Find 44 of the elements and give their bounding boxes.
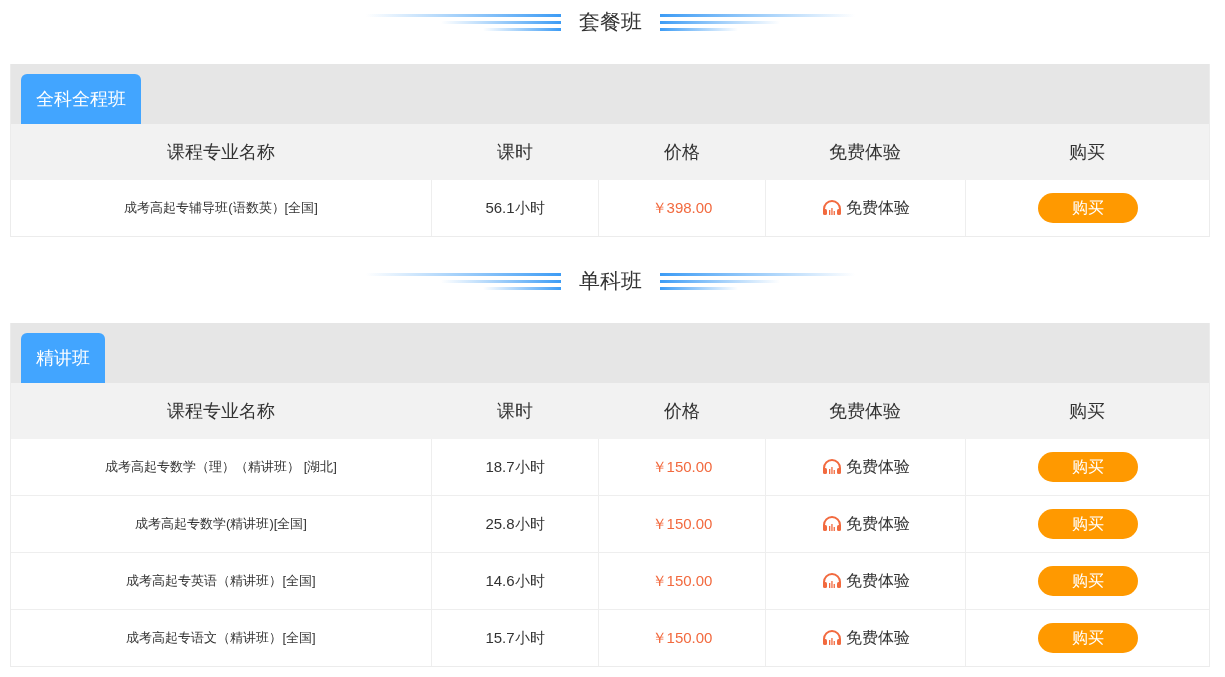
free-trial-link[interactable]: 免费体验 <box>821 570 910 592</box>
course-price: ￥150.00 <box>651 571 713 591</box>
buy-button[interactable]: 购买 <box>1037 566 1138 596</box>
column-header: 课程专业名称 <box>166 400 276 423</box>
column-header: 课时 <box>495 141 534 164</box>
course-hours: 25.8小时 <box>485 514 545 534</box>
column-header: 课时 <box>495 400 534 423</box>
section-title: 单科班 <box>578 268 642 294</box>
category-tab[interactable]: 精讲班 <box>21 333 105 383</box>
section-title: 套餐班 <box>578 9 642 35</box>
headphones-icon <box>821 516 842 532</box>
column-header: 免费体验 <box>828 400 902 423</box>
course-price: ￥150.00 <box>651 514 713 534</box>
course-price: ￥398.00 <box>651 198 713 218</box>
buy-button[interactable]: 购买 <box>1037 623 1138 653</box>
buy-button[interactable]: 购买 <box>1037 193 1138 223</box>
column-header: 购买 <box>1068 141 1106 164</box>
course-name: 成考高起专语文（精讲班）[全国] <box>126 629 316 647</box>
course-hours: 14.6小时 <box>485 571 545 591</box>
free-trial-link[interactable]: 免费体验 <box>821 627 910 649</box>
course-hours: 18.7小时 <box>485 457 545 477</box>
column-header: 价格 <box>662 400 701 423</box>
buy-button[interactable]: 购买 <box>1037 452 1138 482</box>
buy-button[interactable]: 购买 <box>1037 509 1138 539</box>
course-hours: 15.7小时 <box>485 628 545 648</box>
column-header: 课程专业名称 <box>166 141 276 164</box>
column-header: 购买 <box>1068 400 1106 423</box>
free-trial-link[interactable]: 免费体验 <box>821 513 910 535</box>
column-header: 免费体验 <box>828 141 902 164</box>
headphones-icon <box>821 459 842 475</box>
course-price: ￥150.00 <box>651 628 713 648</box>
category-tab[interactable]: 全科全程班 <box>21 74 141 124</box>
course-name: 成考高起专英语（精讲班）[全国] <box>126 572 316 590</box>
free-trial-link[interactable]: 免费体验 <box>821 456 910 478</box>
course-name: 成考高起专数学(精讲班)[全国] <box>135 515 307 533</box>
free-trial-link[interactable]: 免费体验 <box>821 197 910 219</box>
headphones-icon <box>821 630 842 646</box>
course-price: ￥150.00 <box>651 457 713 477</box>
headphones-icon <box>821 573 842 589</box>
course-hours: 56.1小时 <box>485 198 545 218</box>
headphones-icon <box>821 200 842 216</box>
course-name: 成考高起专辅导班(语数英）[全国] <box>124 199 318 217</box>
course-name: 成考高起专数学（理）（精讲班） [湖北] <box>105 458 337 476</box>
column-header: 价格 <box>662 141 701 164</box>
